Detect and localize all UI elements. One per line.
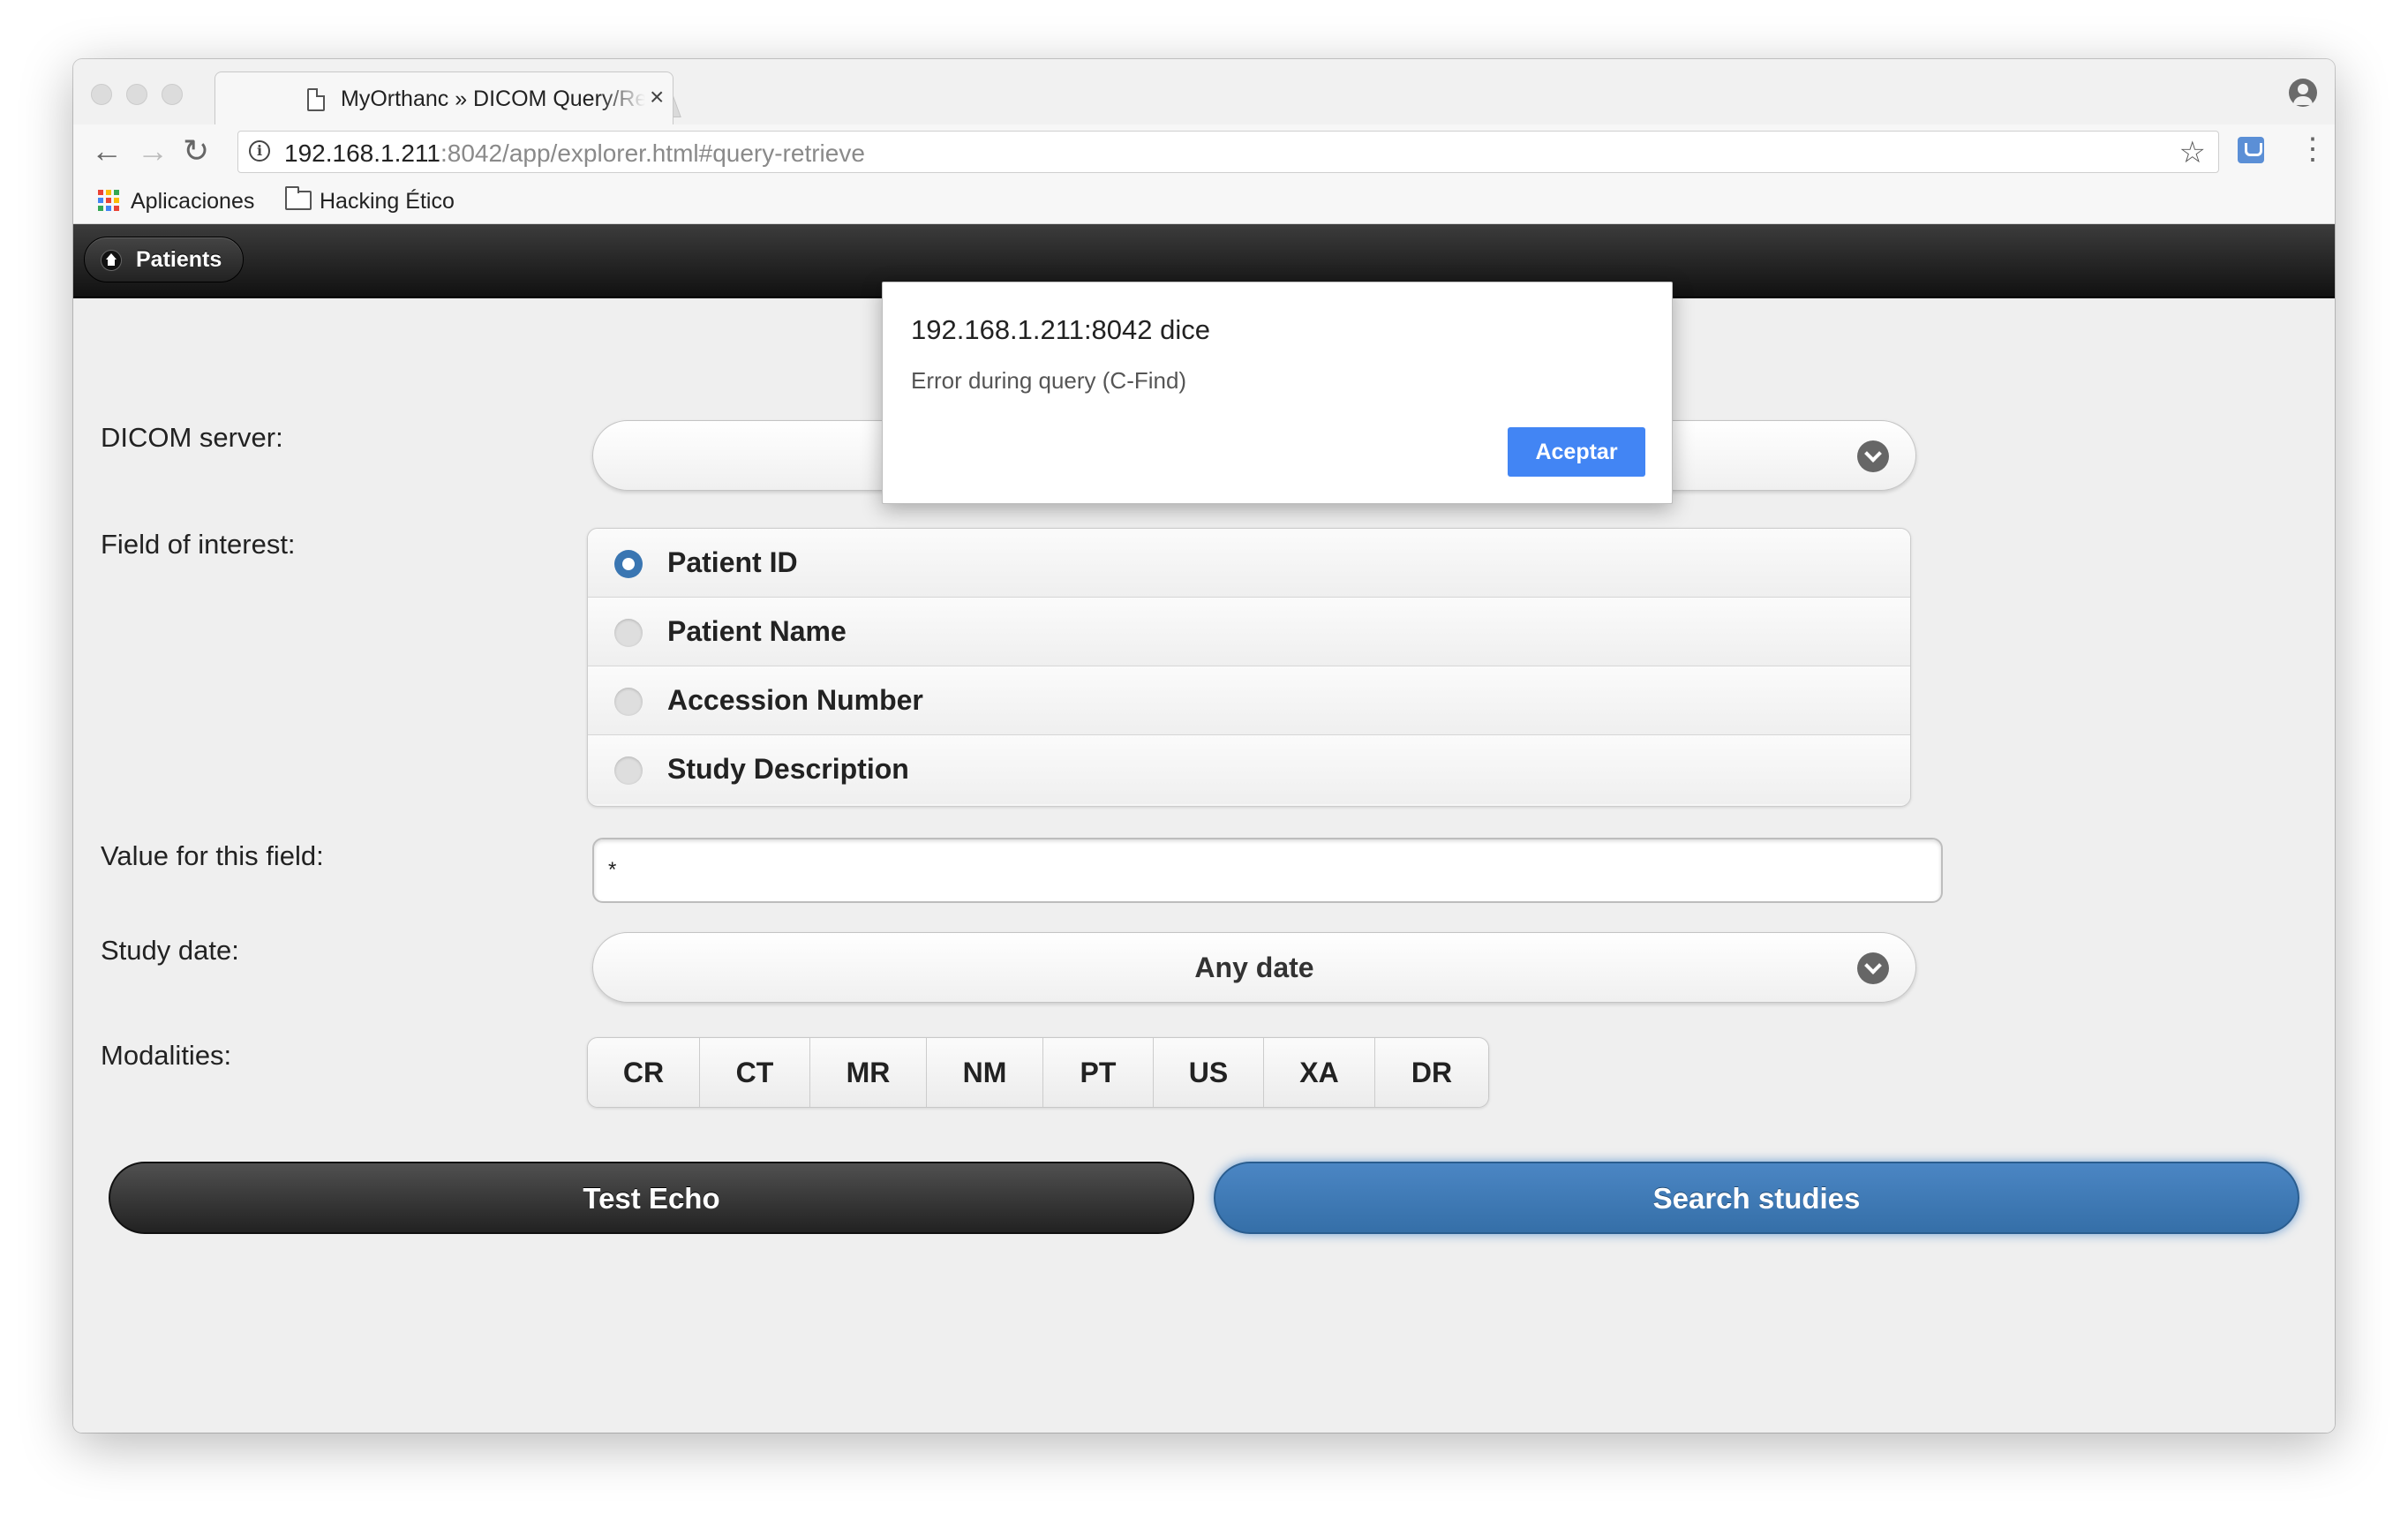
field-of-interest-label: Field of interest: [101, 529, 296, 560]
modality-ct-button[interactable]: CT [700, 1038, 810, 1107]
study-date-value: Any date [1194, 952, 1314, 983]
chevron-down-icon [1857, 440, 1889, 472]
modality-us-button[interactable]: US [1154, 1038, 1264, 1107]
radio-label: Patient Name [667, 615, 847, 647]
radio-study-description[interactable]: Study Description [588, 735, 1910, 804]
radio-unselected-icon [614, 688, 643, 716]
radio-label: Patient ID [667, 546, 798, 578]
chevron-down-icon [1857, 952, 1889, 984]
value-field-label: Value for this field: [101, 840, 324, 871]
radio-patient-name[interactable]: Patient Name [588, 598, 1910, 666]
browser-toolbar: ← → ↻ i 192.168.1.211:8042/app/explorer.… [73, 124, 2335, 177]
modality-dr-button[interactable]: DR [1375, 1038, 1488, 1107]
radio-patient-id[interactable]: Patient ID [588, 529, 1910, 598]
url-path: :8042/app/explorer.html#query-retrieve [440, 139, 865, 167]
tab-strip: MyOrthanc » DICOM Query/Re × [73, 59, 2335, 126]
dialog-title: 192.168.1.211:8042 dice [911, 314, 1211, 345]
value-input[interactable] [592, 838, 1943, 903]
apps-grid-icon[interactable] [98, 190, 119, 211]
radio-unselected-icon [614, 756, 643, 785]
page-icon [307, 88, 325, 111]
tab-title: MyOrthanc » DICOM Query/Re [341, 87, 645, 111]
radio-unselected-icon [614, 619, 643, 647]
site-info-icon[interactable]: i [249, 140, 270, 162]
field-of-interest-radio-group: Patient ID Patient Name Accession Number… [587, 528, 1911, 807]
study-date-select[interactable]: Any date [592, 932, 1916, 1003]
pocket-extension-icon[interactable] [2238, 137, 2264, 163]
window-minimize-button[interactable] [126, 84, 147, 105]
window-close-button[interactable] [91, 84, 112, 105]
radio-label: Study Description [667, 753, 909, 785]
bookmark-apps[interactable]: Aplicaciones [131, 189, 254, 214]
radio-label: Accession Number [667, 684, 923, 716]
modality-mr-button[interactable]: MR [810, 1038, 927, 1107]
bookmark-star-icon[interactable]: ☆ [2179, 135, 2206, 170]
reload-icon[interactable]: ↻ [183, 133, 209, 169]
dialog-ok-button[interactable]: Aceptar [1508, 427, 1645, 477]
bookmarks-bar: Aplicaciones Hacking Ético [73, 177, 2335, 224]
modalities-label: Modalities: [101, 1040, 232, 1071]
test-echo-button[interactable]: Test Echo [109, 1162, 1194, 1234]
browser-menu-icon[interactable]: ⋮ [2298, 132, 2328, 167]
alert-dialog: 192.168.1.211:8042 dice Error during que… [882, 282, 1673, 504]
dicom-server-label: DICOM server: [101, 422, 283, 453]
radio-accession-number[interactable]: Accession Number [588, 666, 1910, 735]
modality-xa-button[interactable]: XA [1264, 1038, 1375, 1107]
browser-window: MyOrthanc » DICOM Query/Re × ← → ↻ i 192… [73, 59, 2335, 1433]
patients-home-button[interactable]: Patients [84, 237, 245, 282]
search-studies-button[interactable]: Search studies [1214, 1162, 2299, 1234]
modality-nm-button[interactable]: NM [927, 1038, 1043, 1107]
address-bar[interactable]: i 192.168.1.211:8042/app/explorer.html#q… [237, 131, 2219, 173]
folder-icon [285, 186, 312, 210]
browser-tab[interactable]: MyOrthanc » DICOM Query/Re × [214, 71, 673, 126]
dialog-message: Error during query (C-Find) [911, 367, 1187, 394]
url-text: 192.168.1.211:8042/app/explorer.html#que… [284, 139, 865, 168]
modality-cr-button[interactable]: CR [588, 1038, 700, 1107]
window-zoom-button[interactable] [162, 84, 183, 105]
bookmark-hacking-etico[interactable]: Hacking Ético [320, 189, 455, 214]
tab-close-icon[interactable]: × [650, 83, 664, 111]
home-icon [101, 250, 122, 271]
modality-pt-button[interactable]: PT [1043, 1038, 1154, 1107]
radio-selected-icon [614, 550, 643, 578]
back-icon[interactable]: ← [91, 133, 123, 169]
home-button-label: Patients [136, 247, 222, 272]
modalities-group: CR CT MR NM PT US XA DR [587, 1037, 1489, 1108]
url-host: 192.168.1.211 [284, 139, 440, 167]
forward-icon[interactable]: → [137, 133, 169, 169]
profile-icon[interactable] [2289, 79, 2317, 107]
study-date-label: Study date: [101, 935, 239, 966]
